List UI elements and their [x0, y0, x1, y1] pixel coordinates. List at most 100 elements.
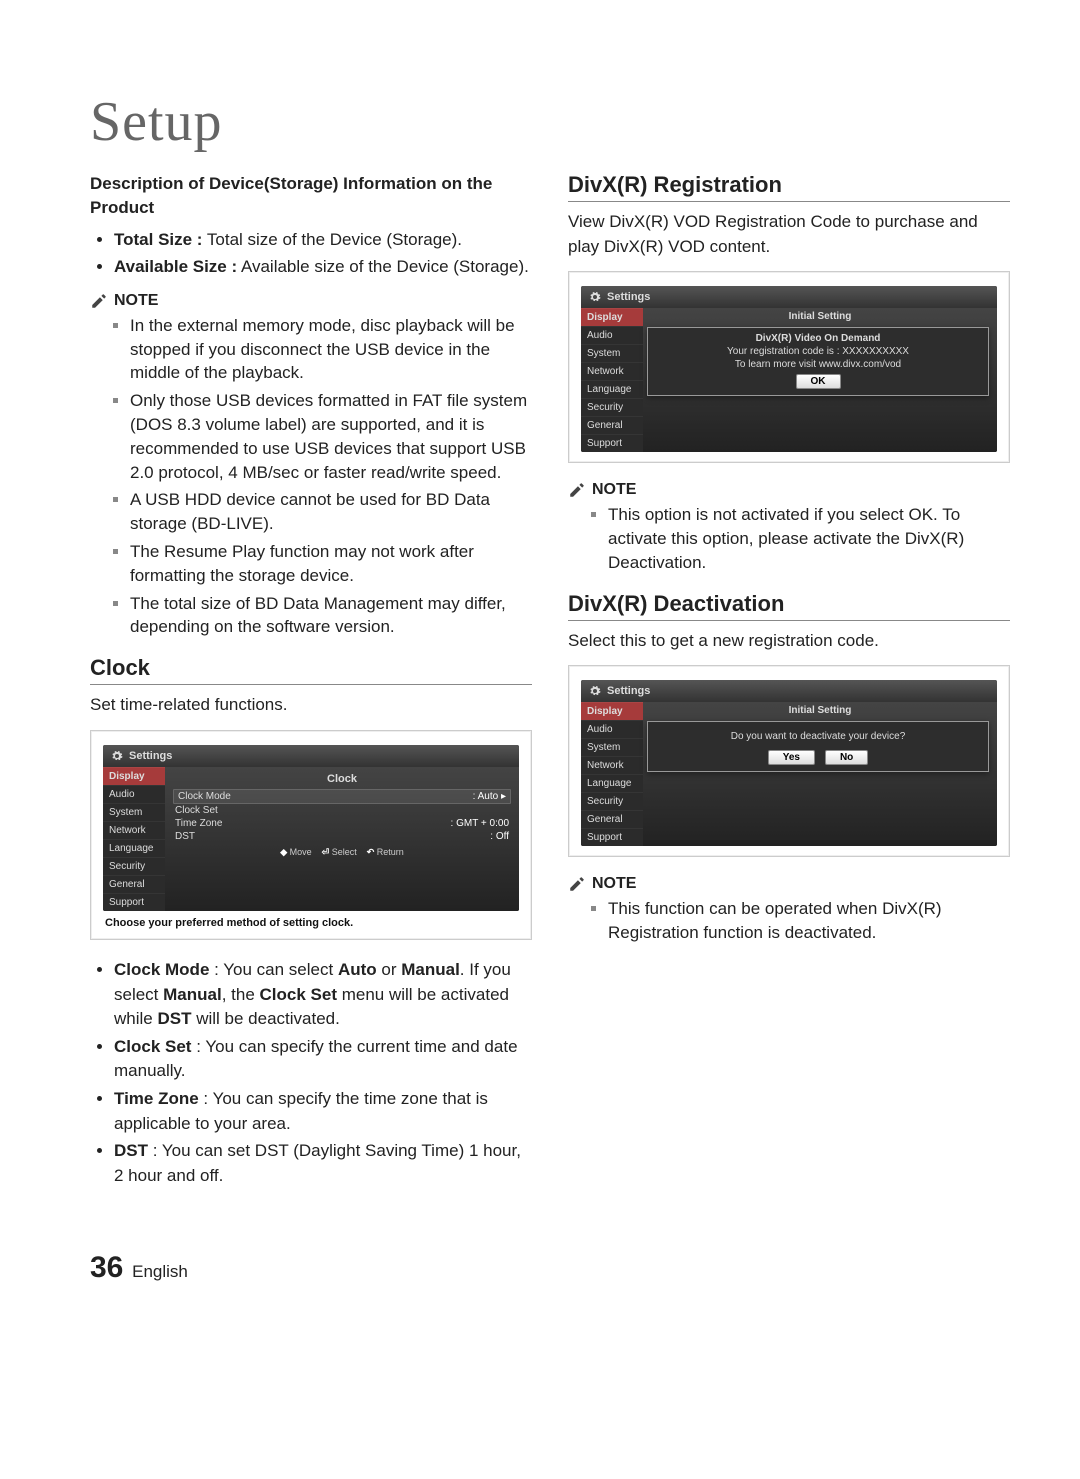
note-heading: NOTE: [90, 292, 532, 310]
note-item: A USB HDD device cannot be used for BD D…: [130, 488, 532, 536]
page-footer: 36 English: [90, 1251, 1010, 1285]
popup-link-text: To learn more visit www.divx.com/vod: [656, 359, 980, 370]
bullet-time-zone: Time Zone : You can specify the time zon…: [114, 1087, 532, 1136]
no-button[interactable]: No: [825, 750, 868, 765]
clock-panel-title: Clock: [173, 771, 511, 789]
note-icon: [90, 292, 108, 310]
nav-security[interactable]: Security: [103, 857, 165, 875]
device-info-bullets: Total Size : Total size of the Device (S…: [90, 228, 532, 280]
text: Total size of the Device (Storage).: [202, 230, 462, 249]
hint-return: Return: [377, 847, 404, 857]
note-label: NOTE: [114, 292, 158, 310]
nav-audio[interactable]: Audio: [581, 720, 643, 738]
row-dst[interactable]: DST : Off: [173, 830, 511, 843]
settings-nav[interactable]: Display Audio System Network Language Se…: [581, 702, 643, 846]
clock-settings-screenshot: Settings Display Audio System Network La…: [90, 730, 532, 940]
bullet-clock-set: Clock Set : You can specify the current …: [114, 1035, 532, 1084]
value: : Off: [490, 831, 509, 842]
settings-main: Initial Setting DivX(R) Video On Demand …: [643, 308, 997, 452]
clock-intro: Set time-related functions.: [90, 693, 532, 718]
nav-network[interactable]: Network: [581, 362, 643, 380]
settings-title: Settings: [129, 750, 172, 762]
note-label: NOTE: [592, 481, 636, 499]
divx-registration-popup: DivX(R) Video On Demand Your registratio…: [647, 327, 989, 396]
nav-general[interactable]: General: [581, 810, 643, 828]
settings-main: Initial Setting Do you want to deactivat…: [643, 702, 997, 846]
note-item: This function can be operated when DivX(…: [608, 897, 1010, 945]
reg-note-list: This option is not activated if you sele…: [568, 503, 1010, 574]
note-item: Only those USB devices formatted in FAT …: [130, 389, 532, 484]
label: DST: [175, 831, 195, 842]
nav-language[interactable]: Language: [103, 839, 165, 857]
divx-deactivation-popup: Do you want to deactivate your device? Y…: [647, 721, 989, 772]
note-list: In the external memory mode, disc playba…: [90, 314, 532, 639]
nav-security[interactable]: Security: [581, 792, 643, 810]
nav-audio[interactable]: Audio: [103, 785, 165, 803]
bullet-clock-mode: Clock Mode : You can select Auto or Manu…: [114, 958, 532, 1032]
row-clock-set[interactable]: Clock Set: [173, 804, 511, 817]
nav-system[interactable]: System: [103, 803, 165, 821]
nav-display[interactable]: Display: [581, 702, 643, 720]
settings-title: Settings: [607, 291, 650, 303]
label-available-size: Available Size :: [114, 257, 237, 276]
bullet-total-size: Total Size : Total size of the Device (S…: [114, 228, 532, 253]
nav-system[interactable]: System: [581, 738, 643, 756]
settings-header: Settings: [581, 286, 997, 308]
row-time-zone[interactable]: Time Zone : GMT + 0:00: [173, 817, 511, 830]
nav-network[interactable]: Network: [581, 756, 643, 774]
nav-language[interactable]: Language: [581, 380, 643, 398]
note-heading: NOTE: [568, 481, 1010, 499]
popup-code: Your registration code is : XXXXXXXXXX: [656, 346, 980, 357]
clock-heading: Clock: [90, 655, 532, 685]
settings-nav[interactable]: Display Audio System Network Language Se…: [581, 308, 643, 452]
initial-setting-label: Initial Setting: [651, 308, 989, 325]
nav-audio[interactable]: Audio: [581, 326, 643, 344]
nav-system[interactable]: System: [581, 344, 643, 362]
initial-setting-label: Initial Setting: [651, 702, 989, 719]
yes-button[interactable]: Yes: [768, 750, 815, 765]
settings-header: Settings: [103, 745, 519, 767]
value: : Auto: [473, 791, 499, 802]
note-item: In the external memory mode, disc playba…: [130, 314, 532, 385]
nav-network[interactable]: Network: [103, 821, 165, 839]
note-icon: [568, 481, 586, 499]
settings-header: Settings: [581, 680, 997, 702]
label: Time Zone: [175, 818, 222, 829]
footer-hints: ◆ Move ⏎ Select ↶ Return: [173, 843, 511, 858]
gear-icon: [111, 750, 123, 762]
clock-panel-caption: Choose your preferred method of setting …: [103, 911, 519, 929]
nav-support[interactable]: Support: [581, 828, 643, 846]
page-number: 36: [90, 1251, 123, 1284]
page-lang: English: [132, 1262, 188, 1281]
nav-display[interactable]: Display: [581, 308, 643, 326]
divx-deactivation-heading: DivX(R) Deactivation: [568, 591, 1010, 621]
nav-language[interactable]: Language: [581, 774, 643, 792]
bullet-available-size: Available Size : Available size of the D…: [114, 255, 532, 280]
label-total-size: Total Size :: [114, 230, 202, 249]
divx-registration-intro: View DivX(R) VOD Registration Code to pu…: [568, 210, 1010, 259]
settings-main: Clock Clock Mode : Auto ▸ Clock Set Time…: [165, 767, 519, 911]
hint-move: Move: [290, 847, 312, 857]
divx-deactivation-intro: Select this to get a new registration co…: [568, 629, 1010, 654]
value: : GMT + 0:00: [451, 818, 509, 829]
device-info-heading: Description of Device(Storage) Informati…: [90, 172, 532, 220]
nav-general[interactable]: General: [103, 875, 165, 893]
left-column: Description of Device(Storage) Informati…: [90, 172, 532, 1201]
nav-security[interactable]: Security: [581, 398, 643, 416]
note-item: The total size of BD Data Management may…: [130, 592, 532, 640]
nav-support[interactable]: Support: [581, 434, 643, 452]
popup-question: Do you want to deactivate your device?: [656, 731, 980, 742]
ok-button[interactable]: OK: [796, 374, 841, 389]
popup-title: DivX(R) Video On Demand: [656, 333, 980, 344]
right-column: DivX(R) Registration View DivX(R) VOD Re…: [568, 172, 1010, 1201]
label: Clock Mode: [178, 791, 231, 802]
nav-support[interactable]: Support: [103, 893, 165, 911]
nav-display[interactable]: Display: [103, 767, 165, 785]
note-item: The Resume Play function may not work af…: [130, 540, 532, 588]
nav-general[interactable]: General: [581, 416, 643, 434]
text: Available size of the Device (Storage).: [237, 257, 529, 276]
settings-nav[interactable]: Display Audio System Network Language Se…: [103, 767, 165, 911]
label: Clock Set: [175, 805, 218, 816]
note-icon: [568, 875, 586, 893]
row-clock-mode[interactable]: Clock Mode : Auto ▸: [173, 789, 511, 804]
